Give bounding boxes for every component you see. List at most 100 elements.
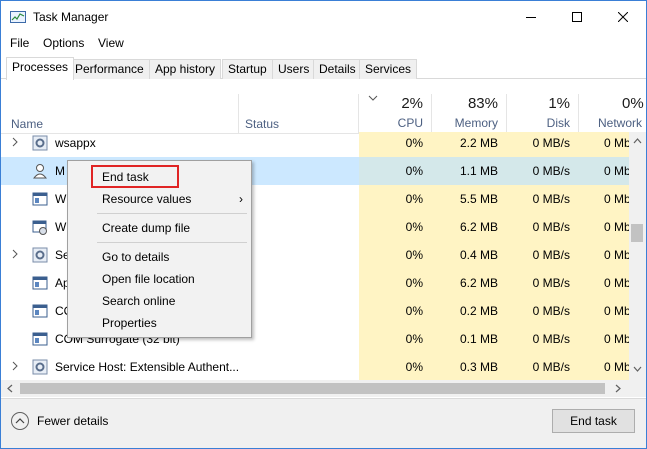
window-icon (32, 304, 48, 318)
cpu-value: 0% (359, 353, 431, 380)
minimize-button[interactable] (508, 1, 554, 33)
cpu-value: 0% (359, 213, 431, 241)
vertical-scrollbar[interactable] (629, 132, 646, 380)
horizontal-scroll-thumb[interactable] (20, 383, 605, 394)
process-name: W (55, 220, 67, 234)
scroll-up-icon[interactable] (633, 138, 642, 144)
column-memory[interactable]: 83% Memory (431, 94, 506, 134)
memory-total: 83% (467, 95, 498, 112)
network-value: 0 Mbps (578, 157, 629, 185)
column-name[interactable]: Name (11, 117, 43, 131)
user-icon (32, 164, 48, 179)
disk-value: 0 MB/s (506, 132, 578, 157)
tab-services[interactable]: Services (359, 59, 418, 79)
collapse-chevron-icon[interactable] (11, 412, 29, 430)
memory-value: 6.2 MB (431, 213, 506, 241)
scroll-right-icon[interactable] (615, 384, 621, 393)
menu-view[interactable]: View (98, 36, 124, 50)
disk-value: 0 MB/s (506, 241, 578, 269)
column-cpu[interactable]: 2% CPU (359, 94, 431, 134)
tab-startup[interactable]: Startup (222, 59, 273, 79)
highlight-box (91, 165, 179, 188)
network-value: 0 Mbps (578, 325, 629, 353)
tab-users[interactable]: Users (272, 59, 316, 79)
task-manager-app-icon (10, 11, 26, 23)
submenu-arrow-icon: › (239, 192, 243, 206)
menu-options[interactable]: Options (43, 36, 84, 50)
process-name: wsappx (55, 136, 96, 150)
context-menu-create-dump-file[interactable]: Create dump file (68, 217, 251, 239)
process-name: M (55, 164, 65, 178)
context-menu-open-file-location[interactable]: Open file location (68, 268, 251, 290)
network-value: 0 Mbps (578, 241, 629, 269)
disk-value: 0 MB/s (506, 269, 578, 297)
menu-bar: File Options View (1, 34, 646, 54)
window-title: Task Manager (33, 10, 109, 24)
column-header: Name Status 2% CPU 83% Memory 1% Disk 0%… (1, 94, 646, 134)
expand-chevron-icon[interactable] (11, 137, 19, 147)
tab-app-history[interactable]: App history (149, 59, 222, 79)
window-icon (32, 332, 48, 346)
fewer-details-label[interactable]: Fewer details (37, 414, 108, 428)
tab-processes[interactable]: Processes (6, 57, 75, 80)
table-row[interactable]: Service Host: Extensible Authent... 0% 0… (1, 353, 629, 380)
task-manager-window: Task Manager File Options View Processes… (0, 0, 647, 449)
tab-details[interactable]: Details (313, 59, 362, 79)
gear-icon (32, 247, 48, 263)
cpu-label: CPU (397, 116, 423, 130)
network-value: 0 Mbps (578, 132, 629, 157)
cpu-value: 0% (359, 241, 431, 269)
menu-divider (97, 242, 247, 243)
menu-divider (97, 213, 247, 214)
column-divider[interactable] (238, 94, 239, 134)
menu-file[interactable]: File (10, 36, 29, 50)
context-menu-properties[interactable]: Properties (68, 312, 251, 334)
cpu-total: 2% (401, 95, 423, 112)
expand-chevron-icon[interactable] (11, 361, 19, 371)
horizontal-scrollbar[interactable] (1, 380, 629, 397)
maximize-button[interactable] (554, 1, 600, 33)
memory-value: 0.4 MB (431, 241, 506, 269)
footer-bar: Fewer details End task (1, 398, 646, 448)
scroll-down-icon[interactable] (633, 366, 642, 372)
column-network[interactable]: 0% Network (578, 94, 646, 134)
network-value: 0 Mbps (578, 185, 629, 213)
network-value: 0 Mbps (578, 213, 629, 241)
disk-total: 1% (548, 95, 570, 112)
disk-value: 0 MB/s (506, 297, 578, 325)
disk-value: 0 MB/s (506, 185, 578, 213)
table-row[interactable]: wsappx 0% 2.2 MB 0 MB/s 0 Mbps (1, 132, 629, 157)
network-total: 0% (622, 95, 644, 112)
disk-value: 0 MB/s (506, 325, 578, 353)
scrollbar-corner (629, 380, 646, 397)
window-icon (32, 276, 48, 290)
column-status[interactable]: Status (245, 117, 279, 131)
memory-value: 0.3 MB (431, 353, 506, 380)
memory-value: 2.2 MB (431, 132, 506, 157)
end-task-button[interactable]: End task (552, 409, 635, 433)
network-value: 0 Mbps (578, 353, 629, 380)
context-menu-label: Resource values (102, 192, 192, 206)
memory-value: 0.1 MB (431, 325, 506, 353)
disk-value: 0 MB/s (506, 353, 578, 380)
network-value: 0 Mbps (578, 297, 629, 325)
cpu-value: 0% (359, 132, 431, 157)
cpu-value: 0% (359, 185, 431, 213)
context-menu-resource-values[interactable]: Resource values › (68, 188, 251, 210)
close-button[interactable] (600, 1, 646, 33)
window-icon (32, 192, 48, 206)
tab-performance[interactable]: Performance (69, 59, 150, 79)
fewer-details-link[interactable]: Fewer details (11, 412, 108, 430)
network-value: 0 Mbps (578, 269, 629, 297)
process-name: Service Host: Extensible Authent... (55, 360, 240, 374)
memory-value: 1.1 MB (431, 157, 506, 185)
vertical-scroll-thumb[interactable] (631, 224, 643, 242)
cpu-value: 0% (359, 269, 431, 297)
context-menu-go-to-details[interactable]: Go to details (68, 246, 251, 268)
window-gear-icon (32, 220, 47, 235)
expand-chevron-icon[interactable] (11, 249, 19, 259)
column-disk[interactable]: 1% Disk (506, 94, 578, 134)
gear-icon (32, 359, 48, 375)
context-menu-search-online[interactable]: Search online (68, 290, 251, 312)
scroll-left-icon[interactable] (7, 384, 13, 393)
